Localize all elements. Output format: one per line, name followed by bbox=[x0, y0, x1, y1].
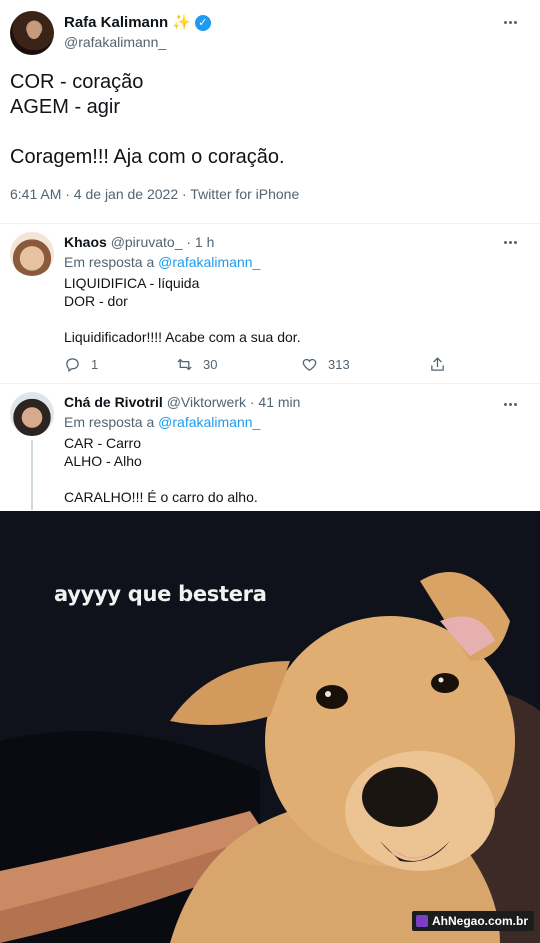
more-options-icon[interactable] bbox=[501, 13, 519, 31]
avatar[interactable] bbox=[10, 392, 54, 436]
more-options-icon[interactable] bbox=[501, 233, 519, 251]
meme-caption: ayyyy que bestera bbox=[54, 582, 267, 606]
reply-text: CAR - Carro ALHO - Alho CARALHO!!! É o c… bbox=[64, 435, 258, 505]
reply-author-name[interactable]: Khaos bbox=[64, 234, 107, 250]
reply-count: 1 bbox=[91, 357, 99, 372]
more-options-icon[interactable] bbox=[501, 395, 519, 413]
meme-image: ayyyy que bestera AhNegao.com.br bbox=[0, 511, 540, 943]
like-action[interactable]: 313 bbox=[301, 356, 350, 373]
sparkles-icon: ✨ bbox=[172, 14, 191, 31]
reply-action[interactable]: 1 bbox=[64, 356, 98, 373]
retweet-count: 30 bbox=[203, 357, 218, 372]
tweet-timestamp[interactable]: 6:41 AM · 4 de jan de 2022 · Twitter for… bbox=[10, 186, 299, 202]
site-logo-icon bbox=[415, 915, 428, 927]
retweet-icon bbox=[177, 358, 192, 371]
share-action[interactable] bbox=[429, 356, 446, 373]
reply-handle-time[interactable]: @Viktorwerk · 41 min bbox=[167, 394, 301, 410]
retweet-action[interactable]: 30 bbox=[176, 356, 217, 373]
reply-text: LIQUIDIFICA - líquida DOR - dor Liquidif… bbox=[64, 275, 301, 345]
mention-link[interactable]: @rafakalimann_ bbox=[158, 414, 260, 430]
share-icon bbox=[431, 357, 444, 371]
mention-link[interactable]: @rafakalimann_ bbox=[158, 254, 260, 270]
watermark-text: AhNegao.com.br bbox=[431, 914, 528, 928]
replying-to-label: Em resposta a bbox=[64, 414, 159, 430]
heart-icon bbox=[302, 358, 317, 371]
dog-photo bbox=[0, 511, 540, 943]
reply-tweet[interactable]: Khaos @piruvato_ · 1 h Em resposta a @ra… bbox=[0, 224, 540, 384]
reply-tweet[interactable]: Chá de Rivotril @Viktorwerk · 41 min Em … bbox=[0, 384, 540, 511]
author-handle[interactable]: @rafakalimann_ bbox=[64, 34, 166, 50]
avatar[interactable] bbox=[10, 11, 54, 55]
thread-line bbox=[31, 440, 33, 510]
like-count: 313 bbox=[328, 357, 350, 372]
watermark: AhNegao.com.br bbox=[411, 911, 534, 931]
reply-handle-time[interactable]: @piruvato_ · 1 h bbox=[111, 234, 215, 250]
author-name-row[interactable]: Rafa Kalimann ✨ ✓ bbox=[64, 14, 211, 31]
author-name[interactable]: Rafa Kalimann bbox=[64, 14, 168, 31]
main-tweet: Rafa Kalimann ✨ ✓ @rafakalimann_ COR - c… bbox=[0, 0, 540, 224]
replying-to: Em resposta a @rafakalimann_ bbox=[64, 254, 260, 270]
verified-badge-icon: ✓ bbox=[194, 14, 211, 31]
reply-author-name[interactable]: Chá de Rivotril bbox=[64, 394, 163, 410]
replying-to: Em resposta a @rafakalimann_ bbox=[64, 414, 260, 430]
reply-header: Chá de Rivotril @Viktorwerk · 41 min bbox=[64, 394, 300, 410]
reply-header: Khaos @piruvato_ · 1 h bbox=[64, 234, 214, 250]
avatar[interactable] bbox=[10, 232, 54, 276]
tweet-actions: 1 30 313 bbox=[64, 356, 454, 376]
tweet-text: COR - coração AGEM - agir Coragem!!! Aja… bbox=[10, 71, 285, 168]
comment-icon bbox=[66, 358, 79, 373]
replying-to-label: Em resposta a bbox=[64, 254, 159, 270]
